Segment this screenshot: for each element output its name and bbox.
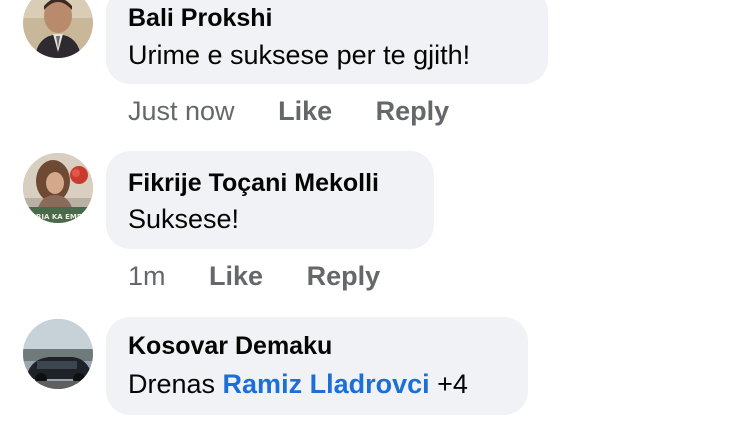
user-avatar-image <box>23 0 93 58</box>
avatar-caption: LIRIA KA EMER <box>29 213 88 221</box>
comment-3: Kosovar Demaku Drenas Ramiz Lladrovci +4 <box>0 316 750 430</box>
comment-1: Bali Prokshi Urime e suksese per te gjit… <box>0 0 750 140</box>
reply-button[interactable]: Reply <box>307 261 381 292</box>
comment-bubble: Bali Prokshi Urime e suksese per te gjit… <box>106 0 548 84</box>
comment-text: Drenas Ramiz Lladrovci +4 <box>128 369 468 400</box>
comment-timestamp[interactable]: Just now <box>128 96 235 127</box>
avatar[interactable] <box>23 0 93 58</box>
comment-text: Suksese! <box>128 204 240 234</box>
avatar[interactable] <box>23 319 93 389</box>
comment-bubble: Fikrije Toçani Mekolli Suksese! <box>106 151 434 249</box>
comment-author[interactable]: Fikrije Toçani Mekolli <box>128 169 379 198</box>
user-avatar-image: LIRIA KA EMER <box>23 153 93 223</box>
comment-author[interactable]: Kosovar Demaku <box>128 332 332 361</box>
comment-text-prefix: Drenas <box>128 369 223 399</box>
user-avatar-image <box>23 319 93 389</box>
comment-actions: 1m Like Reply <box>128 261 380 292</box>
comment-timestamp[interactable]: 1m <box>128 261 166 292</box>
comment-2: LIRIA KA EMER Fikrije Toçani Mekolli Suk… <box>0 150 750 300</box>
comment-text: Urime e suksese per te gjith! <box>128 40 471 70</box>
comment-bubble: Kosovar Demaku Drenas Ramiz Lladrovci +4 <box>106 317 528 415</box>
like-button[interactable]: Like <box>209 261 263 292</box>
comment-actions: Just now Like Reply <box>128 96 449 127</box>
avatar[interactable]: LIRIA KA EMER <box>23 153 93 223</box>
reply-button[interactable]: Reply <box>376 96 450 127</box>
mention-link[interactable]: Ramiz Lladrovci <box>223 369 430 399</box>
comment-text-suffix: +4 <box>429 369 468 399</box>
like-button[interactable]: Like <box>278 96 332 127</box>
comment-author[interactable]: Bali Prokshi <box>128 4 273 33</box>
